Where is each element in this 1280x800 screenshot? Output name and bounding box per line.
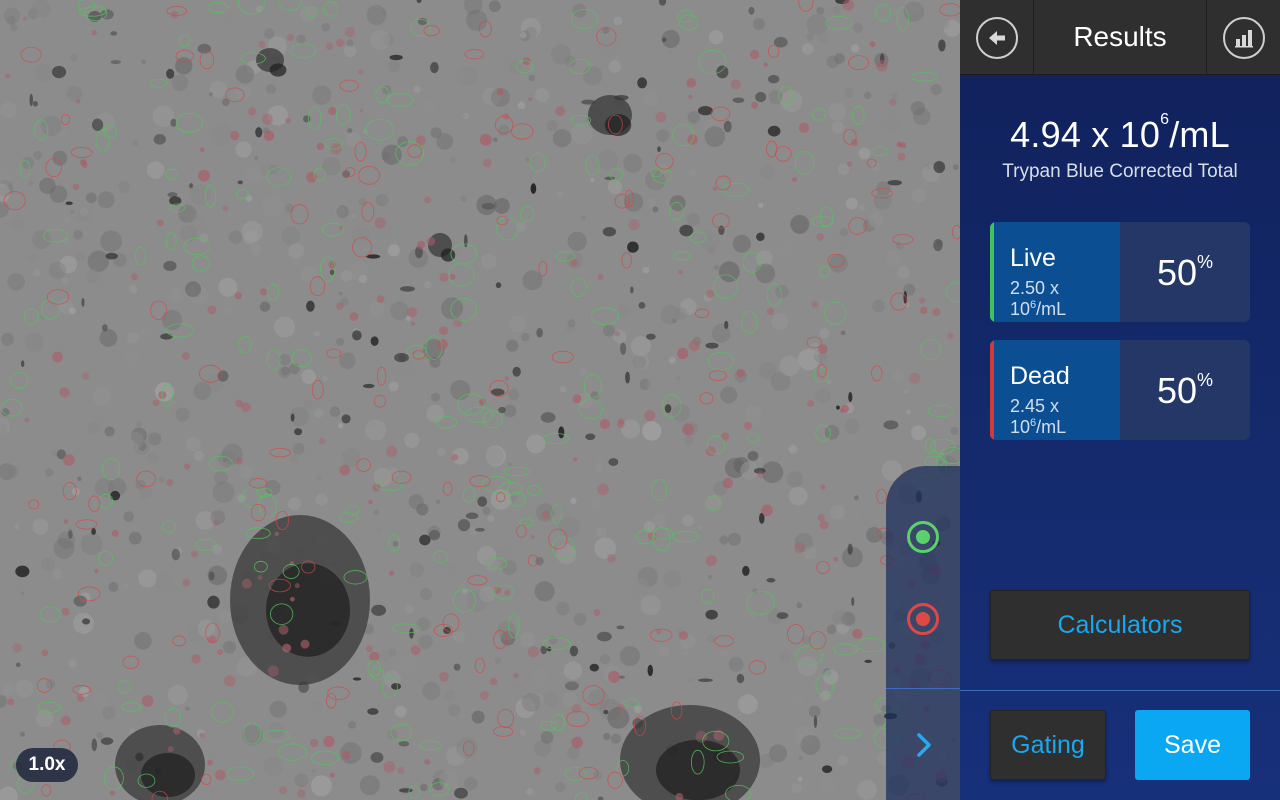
- live-stat-card: Live 2.50 x 106/mL 50%: [990, 222, 1250, 322]
- live-title: Live: [1010, 244, 1056, 272]
- calculators-button[interactable]: Calculators: [990, 590, 1250, 660]
- gating-button[interactable]: Gating: [990, 710, 1106, 780]
- arrow-left-icon: [975, 16, 1018, 59]
- overlay-toggle-drawer: [886, 466, 960, 800]
- cell-micrograph: [0, 0, 960, 800]
- dead-stat-card: Dead 2.45 x 106/mL 50%: [990, 340, 1250, 440]
- results-header: Results: [960, 0, 1280, 75]
- zoom-level-badge[interactable]: 1.0x: [16, 748, 78, 782]
- dead-stat-left: Dead 2.45 x 106/mL: [990, 340, 1120, 440]
- expand-drawer-button[interactable]: [912, 730, 936, 760]
- dead-title: Dead: [1010, 362, 1070, 390]
- results-panel: Results 4.94 x 106/mL Trypan Blue Correc…: [960, 0, 1280, 800]
- chart-button[interactable]: [1206, 0, 1280, 75]
- live-stat-left: Live 2.50 x 106/mL: [990, 222, 1120, 322]
- dead-concentration: 2.45 x 106/mL: [1010, 396, 1067, 437]
- live-overlay-toggle[interactable]: [907, 521, 939, 553]
- live-percent: 50%: [1156, 252, 1214, 293]
- dead-percent: 50%: [1156, 370, 1214, 411]
- chevron-right-icon: [917, 733, 931, 757]
- back-button[interactable]: [960, 0, 1034, 75]
- live-dot-icon: [916, 530, 930, 544]
- cell-image-viewer[interactable]: 1.0x: [0, 0, 960, 800]
- dead-dot-icon: [916, 612, 930, 626]
- save-button[interactable]: Save: [1135, 710, 1250, 780]
- total-concentration: 4.94 x 106/mL: [1010, 111, 1230, 155]
- live-concentration: 2.50 x 106/mL: [1010, 278, 1067, 319]
- drawer-divider: [886, 688, 960, 689]
- dead-overlay-toggle[interactable]: [907, 603, 939, 635]
- page-title: Results: [1073, 21, 1167, 52]
- panel-divider: [960, 690, 1280, 691]
- bar-chart-icon: [1222, 16, 1265, 59]
- total-concentration-label: Trypan Blue Corrected Total: [1002, 161, 1238, 182]
